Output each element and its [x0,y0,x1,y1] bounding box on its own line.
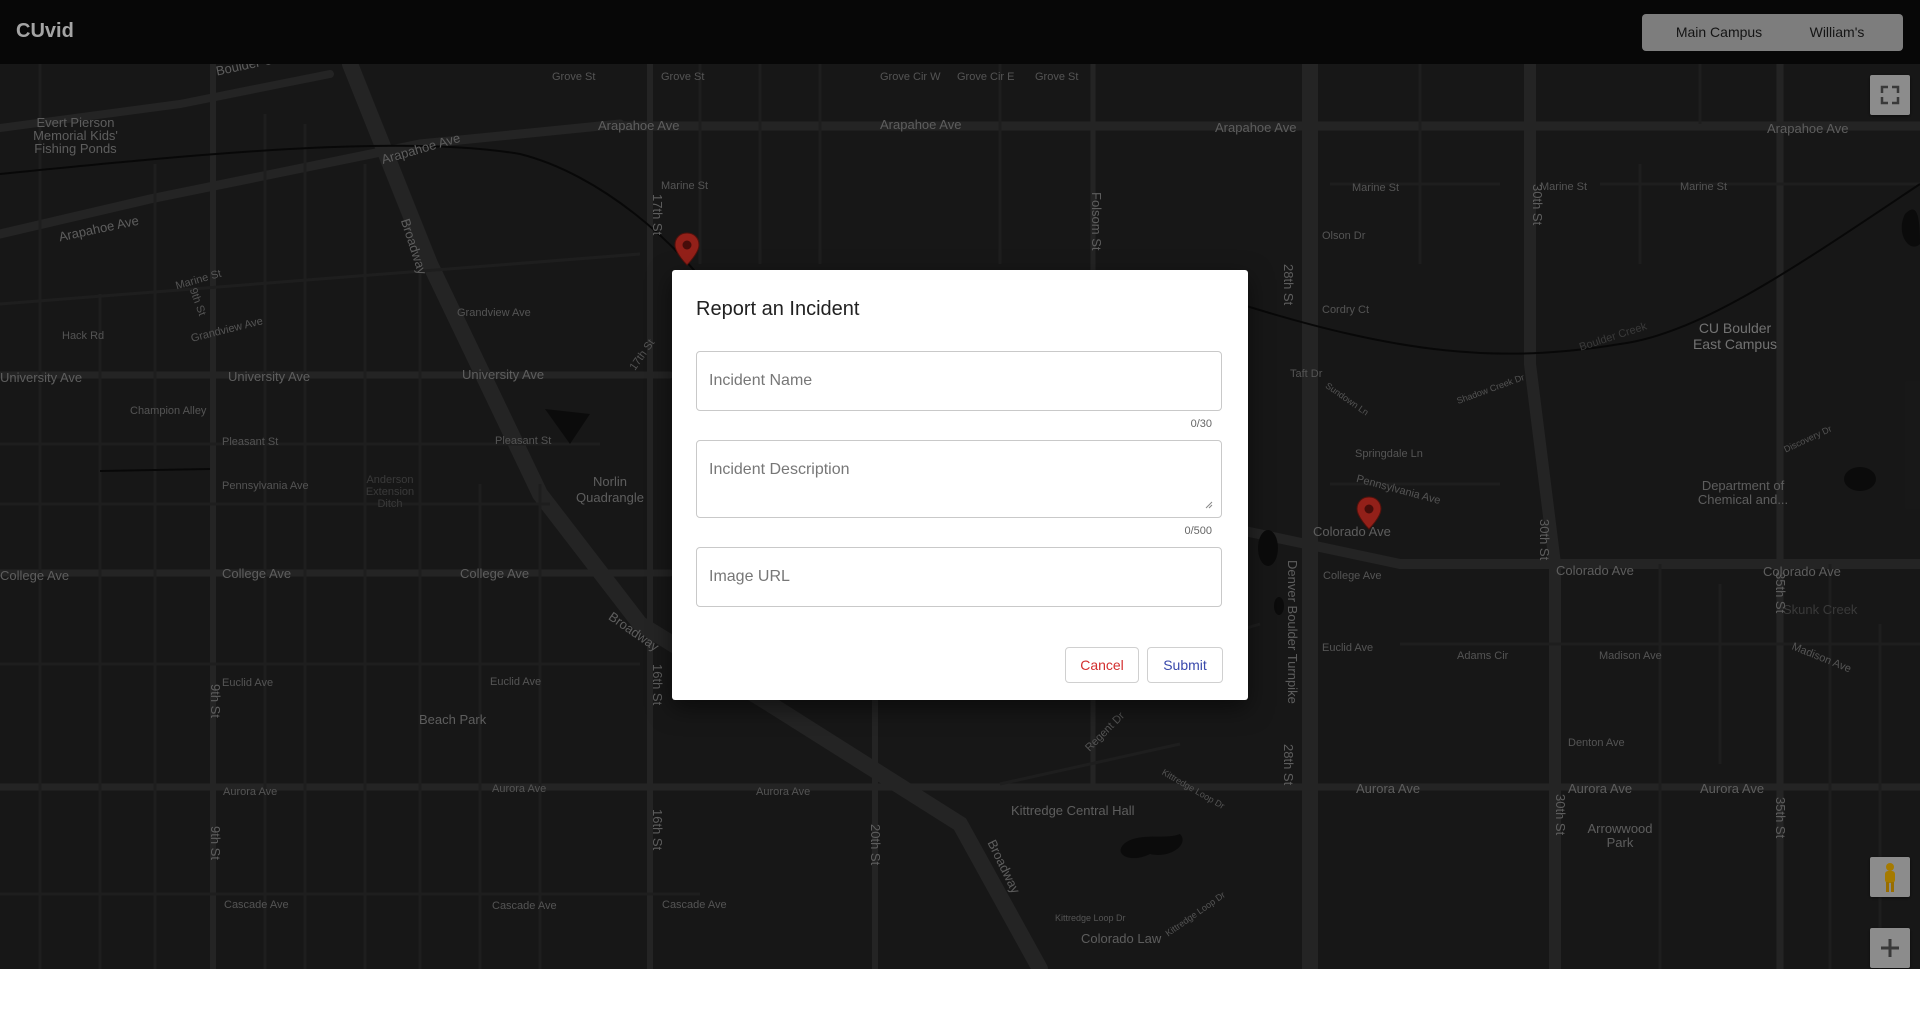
report-incident-dialog: Report an Incident 0/30 0/500 Cancel Sub… [672,270,1248,700]
incident-name-counter: 0/30 [1190,418,1212,430]
incident-description-input[interactable] [697,441,1221,517]
submit-button[interactable]: Submit [1147,647,1223,683]
incident-description-field[interactable] [696,440,1222,518]
incident-name-input[interactable] [697,352,1221,410]
incident-description-counter: 0/500 [1184,525,1212,537]
resize-handle-icon[interactable] [1205,501,1213,509]
cancel-button[interactable]: Cancel [1065,647,1139,683]
image-url-input[interactable] [697,548,1221,606]
dialog-title: Report an Incident [696,298,860,320]
image-url-field[interactable] [696,547,1222,607]
incident-name-field[interactable] [696,351,1222,411]
